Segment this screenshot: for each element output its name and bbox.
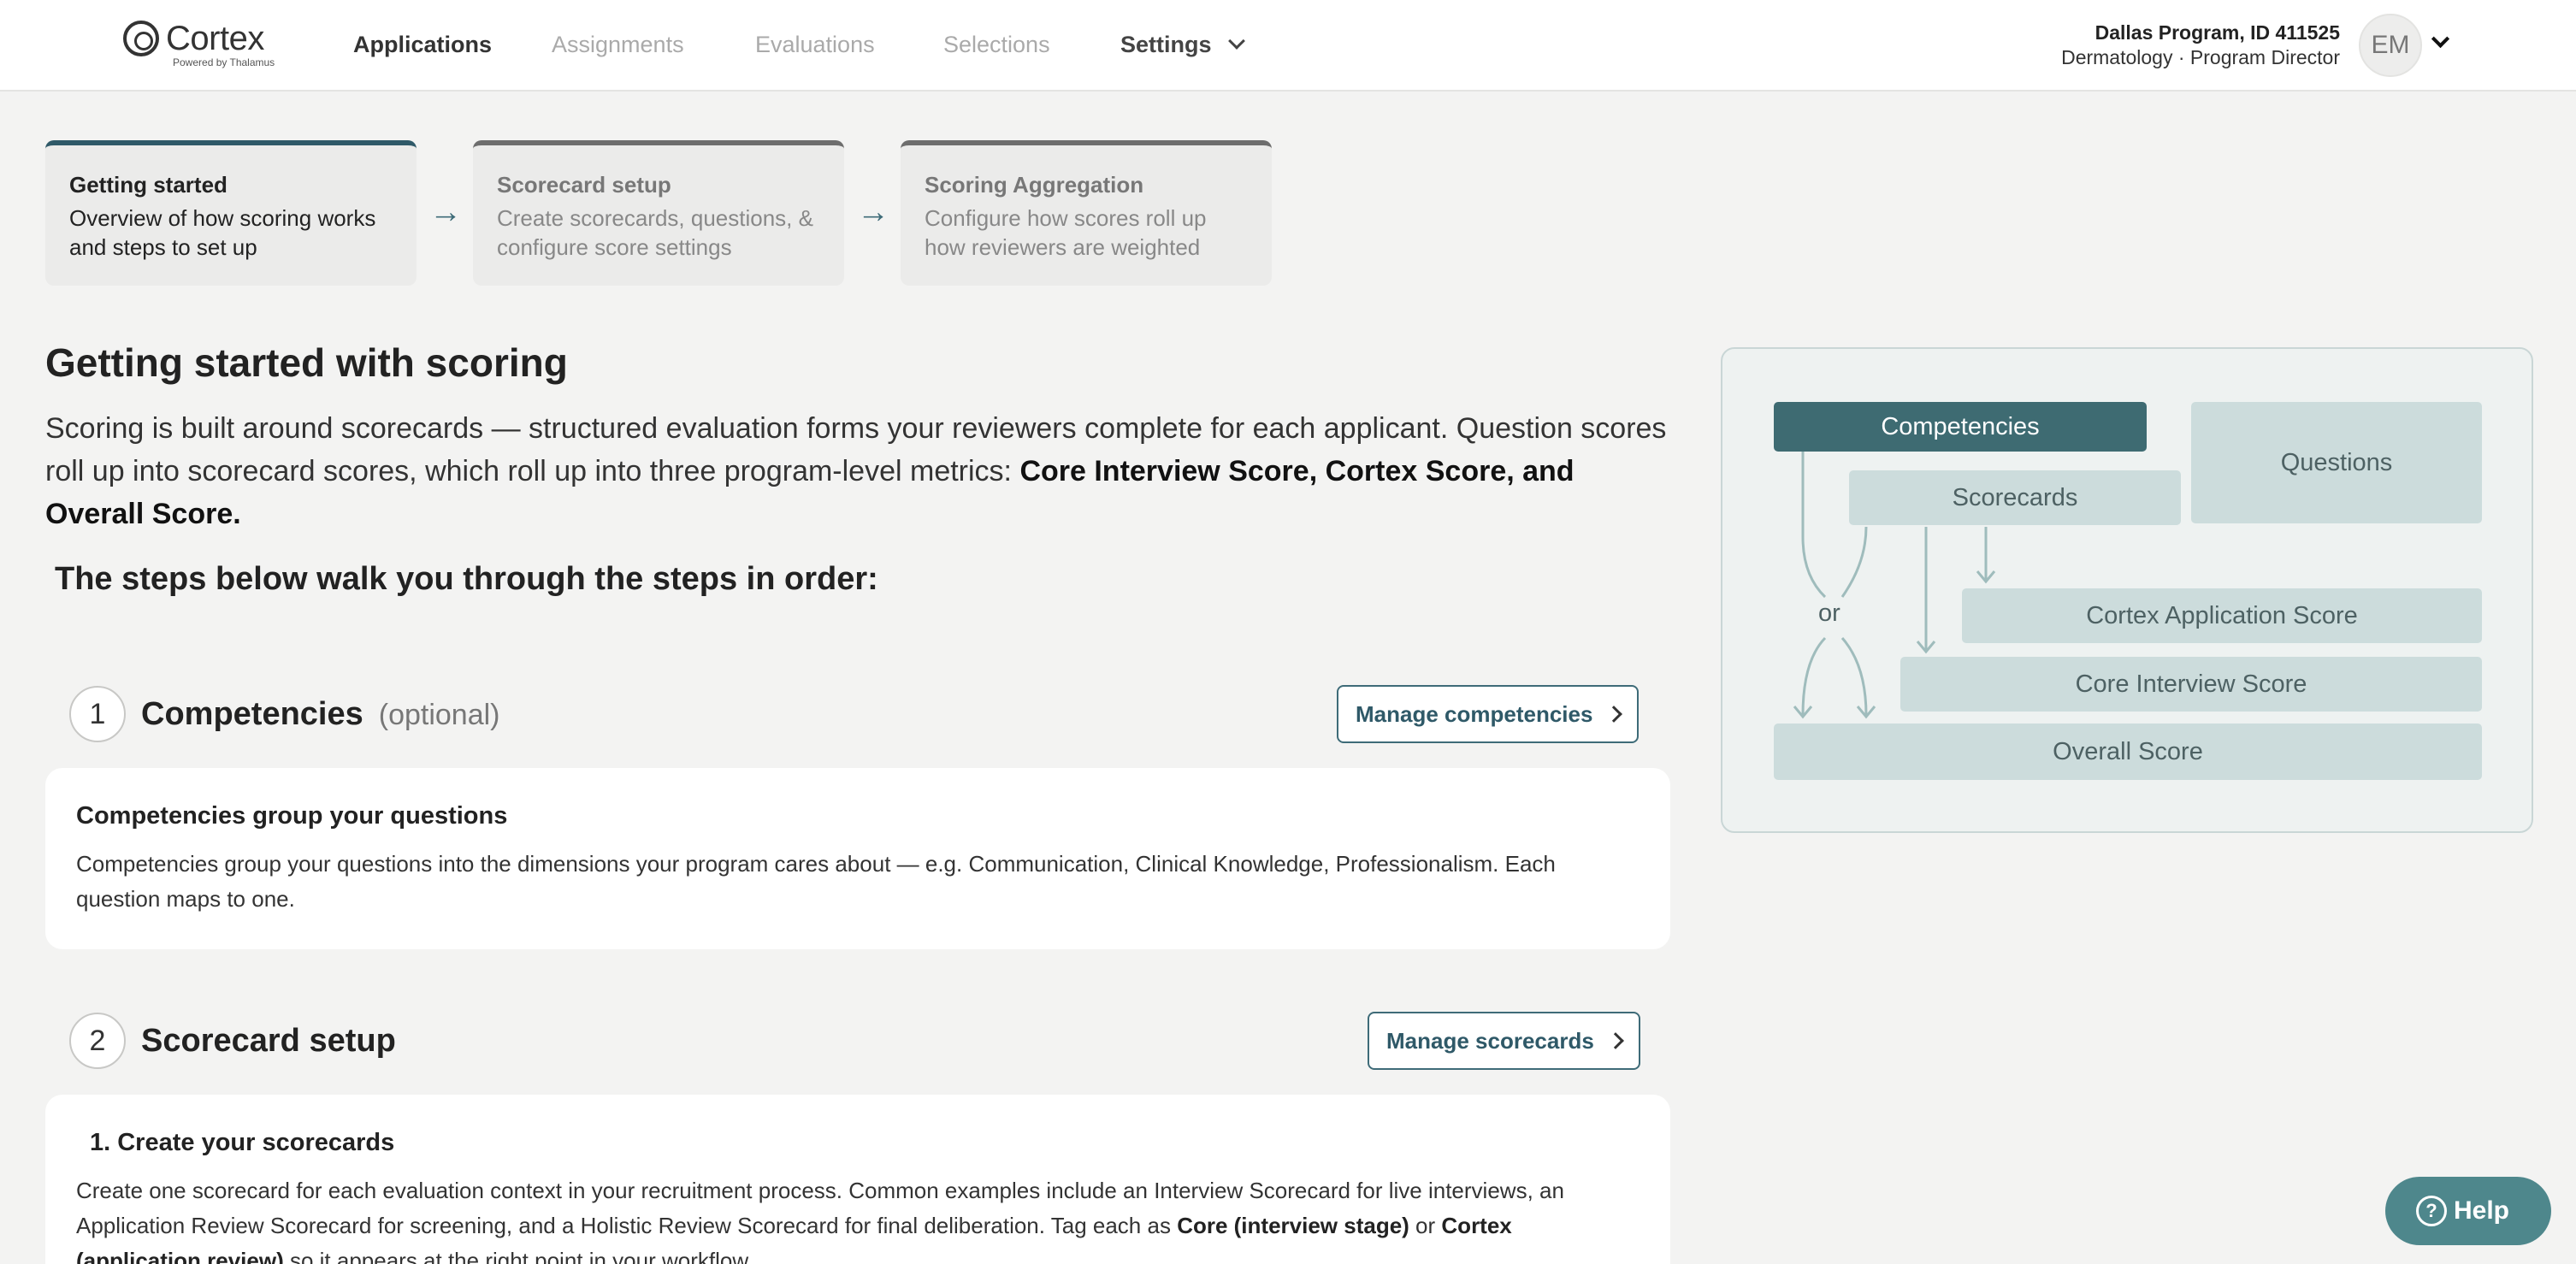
help-button[interactable]: ? Help [2385, 1177, 2551, 1245]
user-info: Dallas Program, ID 411525 Dermatology · … [2061, 21, 2340, 70]
diagram-core-score: Core Interview Score [1900, 657, 2482, 712]
help-label: Help [2454, 1196, 2510, 1225]
arrow-right-icon: → [857, 194, 889, 230]
program-name: Dallas Program, ID 411525 [2094, 21, 2340, 44]
card-text-bold: Core (interview stage) [1177, 1213, 1409, 1238]
chevron-down-icon[interactable] [2431, 29, 2450, 49]
section-number: 2 [69, 1013, 126, 1069]
diagram-questions: Questions [2191, 402, 2482, 523]
competencies-card: Competencies group your questions Compet… [45, 768, 1670, 949]
card-text-part: so it appears at the right point in your… [283, 1248, 753, 1264]
step-title: Scorecard setup [497, 172, 671, 198]
section-number: 1 [69, 686, 126, 742]
step-title: Getting started [69, 172, 227, 198]
connector-line [1840, 526, 1868, 598]
user-role: Dermatology · Program Director [2061, 46, 2340, 68]
chevron-right-icon [1605, 706, 1623, 723]
nav-settings[interactable]: Settings [1120, 31, 1245, 58]
button-label: Manage scorecards [1386, 1028, 1594, 1054]
top-nav: Cortex Powered by Thalamus Applications … [0, 0, 2576, 92]
manage-competencies-button[interactable]: Manage competencies [1337, 685, 1640, 743]
avatar[interactable]: EM [2359, 14, 2422, 77]
steps-heading: The steps below walk you through the ste… [55, 561, 878, 597]
scoring-diagram: Competencies Questions Scorecards or Cor… [1721, 347, 2533, 833]
step-scoring-aggregation[interactable]: Scoring Aggregation Configure how scores… [901, 140, 1272, 286]
diagram-overall-score: Overall Score [1774, 724, 2482, 780]
diagram-scorecards: Scorecards [1849, 470, 2181, 525]
diagram-cortex-score: Cortex Application Score [1962, 588, 2482, 643]
button-label: Manage competencies [1356, 701, 1593, 727]
nav-evaluations[interactable]: Evaluations [755, 31, 875, 58]
section-title-text: Competencies [141, 696, 363, 732]
nav-selections[interactable]: Selections [943, 31, 1050, 58]
connector-line [1801, 452, 1827, 599]
section-title-competencies: Competencies (optional) [141, 694, 500, 735]
optional-label: (optional) [378, 699, 500, 731]
question-icon: ? [2416, 1196, 2447, 1226]
manage-scorecards-button[interactable]: Manage scorecards [1368, 1012, 1640, 1070]
cortex-logo-icon [123, 21, 159, 56]
intro-text: Scoring is built around scorecards — str… [45, 407, 1670, 535]
card-title: 1. Create your scorecards [90, 1129, 395, 1156]
step-title: Scoring Aggregation [925, 172, 1144, 198]
card-text-part: or [1409, 1213, 1442, 1238]
connector-line [1801, 636, 1827, 716]
diagram-or-label: or [1818, 600, 1840, 627]
card-title: Competencies group your questions [76, 802, 508, 830]
step-desc: Overview of how scoring works and steps … [69, 205, 376, 260]
brand-name: Cortex [166, 20, 264, 57]
step-scorecard-setup[interactable]: Scorecard setup Create scorecards, quest… [473, 140, 844, 286]
arrow-right-icon: → [429, 194, 462, 230]
card-text: Create one scorecard for each evaluation… [76, 1173, 1640, 1264]
diagram-competencies: Competencies [1774, 402, 2147, 452]
brand-subtitle: Powered by Thalamus [173, 56, 275, 68]
scorecard-setup-card: 1. Create your scorecards Create one sco… [45, 1095, 1670, 1264]
connector-line [1840, 637, 1868, 716]
nav-assignments[interactable]: Assignments [552, 31, 684, 58]
card-text: Competencies group your questions into t… [76, 851, 1556, 912]
nav-applications[interactable]: Applications [353, 31, 492, 58]
chevron-down-icon [1227, 32, 1245, 50]
nav-settings-label: Settings [1120, 32, 1212, 57]
step-desc: Configure how scores roll up how reviewe… [925, 205, 1207, 260]
step-getting-started[interactable]: Getting started Overview of how scoring … [45, 140, 417, 286]
chevron-right-icon [1606, 1032, 1624, 1049]
page-title: Getting started with scoring [45, 340, 568, 385]
step-desc: Create scorecards, questions, & configur… [497, 205, 813, 260]
cortex-logo[interactable]: Cortex Powered by Thalamus [123, 19, 294, 70]
section-title-scorecard-setup: Scorecard setup [141, 1023, 396, 1059]
